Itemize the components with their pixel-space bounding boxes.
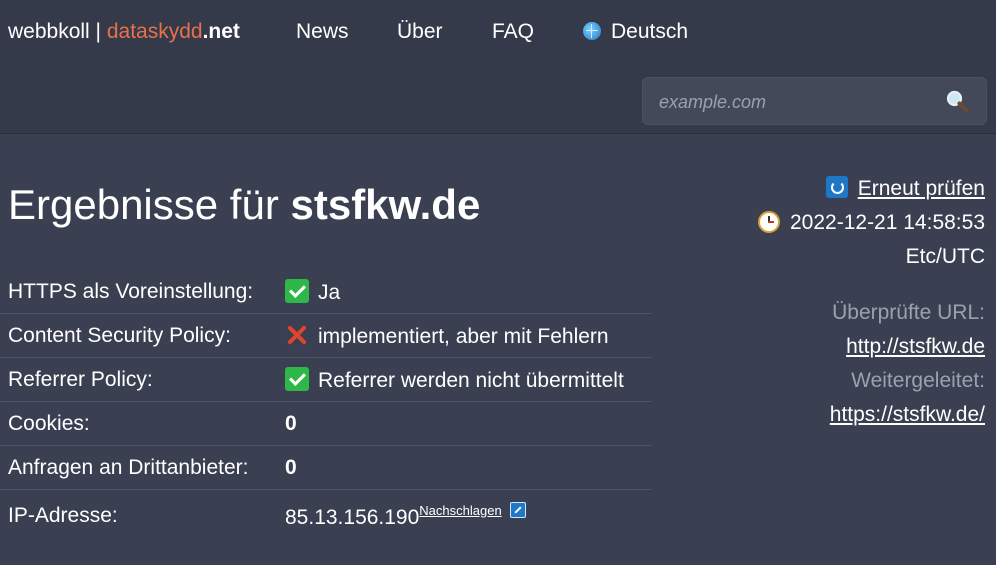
refresh-icon	[825, 176, 848, 198]
magnifier-icon[interactable]	[946, 90, 968, 112]
row-value-text: implementiert, aber mit Fehlern	[318, 324, 609, 348]
nav-faq[interactable]: FAQ	[492, 20, 534, 44]
check-timezone: Etc/UTC	[905, 245, 985, 268]
url-info: Überprüfte URL: http://stsfkw.de Weiterg…	[830, 296, 985, 432]
check-icon	[285, 366, 309, 391]
row-value: 0	[285, 446, 652, 490]
brand-net: .net	[202, 20, 240, 43]
redirected-url-link[interactable]: https://stsfkw.de/	[830, 403, 985, 426]
check-icon	[285, 278, 309, 303]
table-row: Cookies: 0	[0, 402, 652, 446]
checked-url-label: Überprüfte URL:	[832, 301, 985, 324]
row-key: Anfragen an Drittanbieter:	[8, 455, 249, 479]
table-row: IP-Adresse: 85.13.156.190Nachschlagen	[0, 490, 652, 543]
nav-news[interactable]: News	[296, 20, 349, 44]
table-row: HTTPS als Voreinstellung: Ja	[0, 270, 652, 314]
row-key: IP-Adresse:	[8, 504, 118, 527]
title-domain: stsfkw.de	[290, 181, 481, 228]
external-link-icon[interactable]	[509, 502, 526, 518]
search-box	[642, 77, 987, 125]
cross-icon	[285, 323, 309, 347]
row-value-text: Referrer werden nicht übermittelt	[318, 368, 624, 392]
brand-dataskydd: dataskydd	[106, 20, 203, 43]
nav-language[interactable]: Deutsch	[583, 20, 688, 44]
check-date: 2022-12-21 14:58:53	[790, 211, 985, 234]
row-key: Referrer Policy:	[8, 367, 153, 391]
table-row: Content Security Policy: implementiert, …	[0, 314, 652, 358]
results-table: HTTPS als Voreinstellung: Ja Content Sec…	[0, 270, 652, 542]
brand-separator: |	[89, 20, 107, 43]
checked-url-link[interactable]: http://stsfkw.de	[846, 335, 985, 358]
row-key: Cookies:	[8, 411, 90, 435]
row-value: 0	[285, 402, 652, 446]
recheck-link[interactable]: Erneut prüfen	[825, 176, 985, 201]
row-value: implementiert, aber mit Fehlern	[285, 314, 652, 358]
row-key: HTTPS als Voreinstellung:	[8, 279, 254, 303]
table-row: Anfragen an Drittanbieter: 0	[0, 446, 652, 490]
top-bar: webbkoll | dataskydd.net News Über FAQ D…	[0, 0, 996, 134]
page-title: Ergebnisse für stsfkw.de	[8, 181, 480, 229]
ip-address: 85.13.156.190	[285, 506, 420, 529]
row-value: Referrer werden nicht übermittelt	[285, 358, 652, 402]
row-value: 85.13.156.190Nachschlagen	[285, 490, 652, 543]
lookup-link[interactable]: Nachschlagen	[419, 503, 501, 518]
search-input[interactable]	[657, 88, 931, 116]
table-row: Referrer Policy: Referrer werden nicht ü…	[0, 358, 652, 402]
brand-logo[interactable]: webbkoll | dataskydd.net	[8, 20, 240, 44]
globe-icon	[583, 22, 601, 40]
third-party-count: 0	[285, 455, 297, 479]
nav-language-label: Deutsch	[611, 20, 689, 43]
row-key: Content Security Policy:	[8, 323, 231, 347]
clock-icon	[758, 211, 780, 233]
cookies-count: 0	[285, 411, 297, 435]
redirected-label: Weitergeleitet:	[851, 369, 985, 392]
title-prefix: Ergebnisse für	[8, 181, 279, 228]
recheck-label: Erneut prüfen	[857, 177, 985, 200]
nav-ueber[interactable]: Über	[397, 20, 443, 44]
row-value: Ja	[285, 270, 652, 314]
brand-webbkoll: webbkoll	[8, 20, 90, 43]
check-timestamp: 2022-12-21 14:58:53 Etc/UTC	[758, 206, 985, 274]
row-value-text: Ja	[318, 280, 341, 304]
